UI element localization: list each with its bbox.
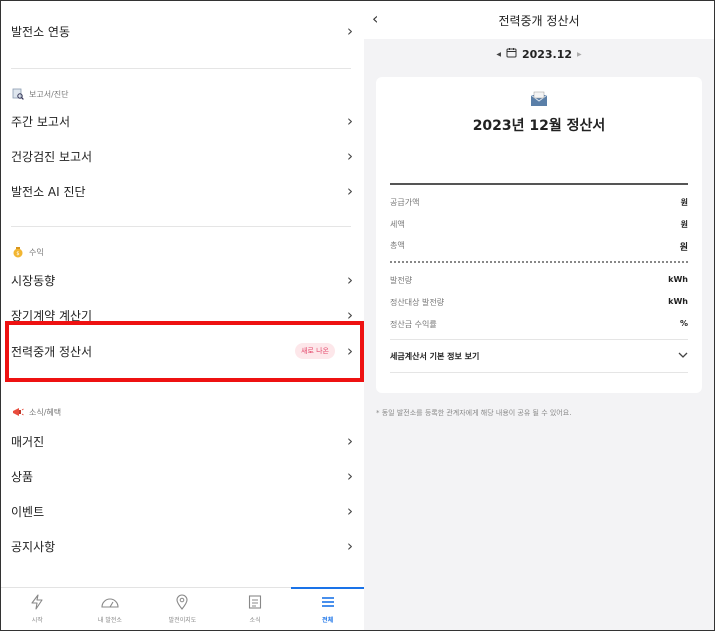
menu-item-label: 건강검진 보고서 bbox=[11, 149, 93, 164]
row-label: 정산금 수익률 bbox=[390, 320, 437, 329]
tab-map[interactable]: 발전이지도 bbox=[146, 588, 219, 630]
tab-start[interactable]: 시작 bbox=[1, 588, 74, 630]
tab-all[interactable]: 전체 bbox=[291, 587, 364, 630]
page-title: 전력중개 정산서 bbox=[498, 13, 580, 28]
money-bag-icon: $ bbox=[12, 246, 24, 258]
news-icon bbox=[248, 594, 262, 612]
section-header-revenue: $ 수익 bbox=[12, 246, 44, 258]
chevron-right-icon: › bbox=[347, 467, 353, 485]
menu-item-market-trend[interactable]: 시장동향 › bbox=[11, 263, 353, 297]
chevron-right-icon: › bbox=[347, 432, 353, 450]
tab-my-plant[interactable]: 내 발전소 bbox=[74, 588, 147, 630]
menu-panel: 발전소 연동 › 보고서/진단 주간 보고서 › 건강검진 보고서 › 발전소 … bbox=[1, 1, 364, 630]
megaphone-icon bbox=[12, 406, 24, 418]
statement-card: 2023년 12월 정산서 공급가액 원 세액 원 총액 원 발전량 kWh 정… bbox=[376, 77, 702, 393]
tab-label: 전체 bbox=[322, 617, 334, 624]
tab-label: 시작 bbox=[31, 617, 43, 624]
report-search-icon bbox=[12, 88, 24, 100]
tax-invoice-toggle[interactable]: 세금계산서 기본 정보 보기 bbox=[390, 339, 688, 373]
settlement-panel: ‹ 전력중개 정산서 ◀ 2023.12 ▶ 2023년 12월 정산서 공급가… bbox=[364, 1, 714, 630]
tab-label: 소식 bbox=[249, 617, 261, 624]
tab-label: 발전이지도 bbox=[168, 617, 197, 624]
row-value: kWh bbox=[668, 297, 688, 306]
menu-item-products[interactable]: 상품 › bbox=[11, 459, 353, 493]
gauge-icon bbox=[100, 594, 120, 612]
row-label: 총액 bbox=[390, 241, 405, 250]
chevron-right-icon: › bbox=[347, 182, 353, 200]
row-label: 세액 bbox=[390, 220, 405, 229]
menu-item-ai-diagnosis[interactable]: 발전소 AI 진단 › bbox=[11, 174, 353, 208]
menu-item-weekly-report[interactable]: 주간 보고서 › bbox=[11, 104, 353, 138]
row-value: % bbox=[679, 319, 688, 328]
section-header-news: 소식/혜택 bbox=[12, 406, 61, 418]
row-value: 원 bbox=[680, 198, 688, 207]
section-title: 소식/혜택 bbox=[29, 407, 62, 417]
chevron-right-icon: › bbox=[347, 502, 353, 520]
menu-item-label: 공지사항 bbox=[11, 539, 56, 554]
menu-icon bbox=[320, 594, 336, 612]
menu-item-notices[interactable]: 공지사항 › bbox=[11, 529, 353, 563]
next-month-button[interactable]: ▶ bbox=[577, 51, 582, 58]
back-arrow-icon[interactable]: ‹ bbox=[372, 9, 378, 28]
highlight-box bbox=[5, 321, 364, 382]
menu-item-label: 발전소 연동 bbox=[11, 24, 71, 39]
chevron-right-icon: › bbox=[347, 22, 353, 40]
dotted-divider bbox=[390, 261, 688, 263]
menu-item-label: 시장동향 bbox=[11, 273, 56, 288]
chevron-right-icon: › bbox=[347, 112, 353, 130]
menu-item-label: 상품 bbox=[11, 469, 34, 484]
current-month[interactable]: 2023.12 bbox=[522, 48, 572, 61]
menu-item-label: 발전소 AI 진단 bbox=[11, 184, 86, 199]
row-generation: 발전량 kWh bbox=[390, 275, 688, 286]
month-selector: ◀ 2023.12 ▶ bbox=[364, 47, 714, 61]
row-tax-amount: 세액 원 bbox=[390, 219, 688, 230]
menu-item-health-report[interactable]: 건강검진 보고서 › bbox=[11, 139, 353, 173]
chevron-right-icon: › bbox=[347, 271, 353, 289]
tab-label: 내 발전소 bbox=[97, 617, 122, 624]
calendar-icon[interactable] bbox=[506, 47, 517, 61]
divider bbox=[11, 68, 351, 69]
chevron-right-icon: › bbox=[347, 537, 353, 555]
tab-news[interactable]: 소식 bbox=[219, 588, 292, 630]
row-total-amount: 총액 원 bbox=[390, 240, 688, 253]
row-label: 공급가액 bbox=[390, 198, 420, 207]
lightning-icon bbox=[30, 594, 44, 612]
menu-item-label: 이벤트 bbox=[11, 504, 45, 519]
row-value: 원 bbox=[679, 243, 688, 253]
row-supply-amount: 공급가액 원 bbox=[390, 197, 688, 208]
envelope-icon bbox=[530, 91, 548, 111]
chevron-right-icon: › bbox=[347, 147, 353, 165]
menu-item-plant-link[interactable]: 발전소 연동 › bbox=[11, 14, 353, 48]
divider bbox=[11, 226, 351, 227]
divider bbox=[390, 183, 688, 185]
section-title: 수익 bbox=[29, 247, 44, 257]
chevron-down-icon bbox=[678, 351, 688, 361]
row-value: kWh bbox=[668, 275, 688, 284]
section-title: 보고서/진단 bbox=[29, 89, 69, 99]
section-header-report: 보고서/진단 bbox=[12, 88, 69, 100]
tax-invoice-label: 세금계산서 기본 정보 보기 bbox=[390, 351, 480, 361]
menu-item-label: 주간 보고서 bbox=[11, 114, 71, 129]
map-pin-icon bbox=[175, 594, 189, 612]
header-bar: ‹ 전력중개 정산서 bbox=[364, 1, 714, 39]
statement-title: 2023년 12월 정산서 bbox=[472, 118, 606, 134]
menu-item-magazine[interactable]: 매거진 › bbox=[11, 424, 353, 458]
menu-item-events[interactable]: 이벤트 › bbox=[11, 494, 353, 528]
row-label: 발전량 bbox=[390, 276, 413, 285]
footnote: * 동일 발전소를 등록한 관계자에게 해당 내용이 공유 될 수 있어요. bbox=[376, 409, 572, 417]
prev-month-button[interactable]: ◀ bbox=[496, 51, 501, 58]
row-label: 정산대상 발전량 bbox=[390, 298, 445, 307]
row-settlement-generation: 정산대상 발전량 kWh bbox=[390, 297, 688, 308]
svg-text:$: $ bbox=[16, 251, 19, 257]
row-value: 원 bbox=[680, 220, 688, 229]
menu-item-label: 매거진 bbox=[11, 434, 45, 449]
bottom-tab-bar: 시작 내 발전소 발전이지도 소식 전체 bbox=[1, 587, 364, 630]
row-revenue-rate: 정산금 수익률 % bbox=[390, 319, 688, 330]
